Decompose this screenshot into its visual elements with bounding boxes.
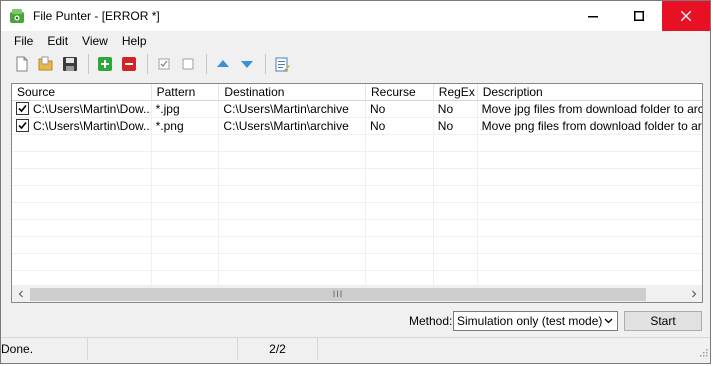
move-down-button[interactable] [236,53,258,75]
empty-row [12,203,702,220]
column-header-description[interactable]: Description [478,84,702,101]
maximize-button[interactable] [616,1,662,31]
title-bar: File Punter - [ERROR *] [1,1,710,31]
chevron-down-icon [604,318,613,324]
empty-row [12,254,702,271]
window-title: File Punter - [ERROR *] [33,9,160,23]
maximize-icon [634,11,644,21]
cell-regex[interactable]: No [434,101,478,118]
menu-help[interactable]: Help [115,34,154,48]
column-header-pattern[interactable]: Pattern [152,84,220,101]
rules-grid[interactable]: Source Pattern Destination Recurse RegEx… [11,83,703,303]
cell-pattern[interactable]: *.png [152,118,220,135]
horizontal-scrollbar[interactable]: III [12,285,702,302]
move-up-button[interactable] [212,53,234,75]
column-header-regex[interactable]: RegEx [434,84,478,101]
minimize-icon [588,16,598,18]
scroll-thumb[interactable]: III [30,287,646,301]
new-button[interactable] [11,53,33,75]
scroll-grip: III [332,289,344,299]
cell-description[interactable]: Move png files from download folder to a… [478,118,702,135]
save-button[interactable] [59,53,81,75]
edit-button[interactable] [271,53,293,75]
menu-bar: File Edit View Help [1,31,710,51]
scroll-track[interactable]: III [29,286,685,303]
resize-grip-icon[interactable] [698,347,708,357]
check-all-icon [158,58,170,70]
new-file-icon [16,56,28,72]
scroll-right-button[interactable] [685,286,702,303]
main-window: File Punter - [ERROR *] File Edit View H… [0,0,711,364]
checkmark-icon [18,121,27,130]
table-row[interactable]: C:\Users\Martin\Dow... *.png C:\Users\Ma… [12,118,702,135]
status-empty-panel [88,337,238,360]
method-selected-value: Simulation only (test mode) [457,314,603,328]
row-checkbox[interactable] [16,119,29,132]
check-all-button[interactable] [153,53,175,75]
cell-recurse[interactable]: No [366,101,434,118]
open-folder-icon [38,56,53,71]
cell-source[interactable]: C:\Users\Martin\Dow... [12,118,152,135]
chevron-right-icon [691,290,696,298]
empty-row [12,220,702,237]
cell-destination[interactable]: C:\Users\Martin\archive [219,101,366,118]
cell-recurse[interactable]: No [366,118,434,135]
add-icon [98,57,112,71]
checkmark-icon [18,104,27,113]
source-value: C:\Users\Martin\Dow... [33,119,152,133]
menu-file[interactable]: File [7,34,40,48]
method-label: Method: [409,314,453,328]
uncheck-all-icon [182,58,194,70]
minimize-button[interactable] [570,1,616,31]
cell-source[interactable]: C:\Users\Martin\Dow... [12,101,152,118]
status-count: 2/2 [238,337,318,360]
cell-regex[interactable]: No [434,118,478,135]
cell-pattern[interactable]: *.jpg [152,101,220,118]
cell-destination[interactable]: C:\Users\Martin\archive [219,118,366,135]
app-icon [9,8,25,24]
toolbar-separator [147,54,148,74]
empty-row [12,152,702,169]
move-down-icon [241,61,253,68]
toolbar [1,52,710,76]
empty-row [12,169,702,186]
grid-body: C:\Users\Martin\Dow... *.jpg C:\Users\Ma… [12,101,702,288]
grid-header: Source Pattern Destination Recurse RegEx… [12,84,702,101]
remove-icon [122,57,136,71]
column-header-destination[interactable]: Destination [219,84,366,101]
edit-icon [275,57,290,72]
menu-edit[interactable]: Edit [40,34,75,48]
status-message: Done. [1,337,88,360]
toolbar-separator [265,54,266,74]
status-bar: Done. 2/2 [1,337,710,360]
add-button[interactable] [94,53,116,75]
close-button[interactable] [662,1,710,31]
empty-row [12,186,702,203]
uncheck-all-button[interactable] [177,53,199,75]
toolbar-separator [206,54,207,74]
table-row[interactable]: C:\Users\Martin\Dow... *.jpg C:\Users\Ma… [12,101,702,118]
cell-description[interactable]: Move jpg files from download folder to a… [478,101,702,118]
save-icon [63,57,77,71]
empty-row [12,135,702,152]
remove-button[interactable] [118,53,140,75]
column-header-recurse[interactable]: Recurse [366,84,434,101]
status-filler-panel [318,338,710,360]
source-value: C:\Users\Martin\Dow... [33,102,152,116]
menu-view[interactable]: View [75,34,115,48]
open-button[interactable] [35,53,57,75]
column-header-source[interactable]: Source [12,84,152,101]
move-up-icon [217,60,229,67]
empty-row [12,237,702,254]
start-button[interactable]: Start [624,311,702,331]
close-icon [681,11,691,21]
chevron-left-icon [18,290,23,298]
row-checkbox[interactable] [16,102,29,115]
method-dropdown[interactable]: Simulation only (test mode) [453,311,618,331]
toolbar-separator [88,54,89,74]
scroll-left-button[interactable] [12,286,29,303]
